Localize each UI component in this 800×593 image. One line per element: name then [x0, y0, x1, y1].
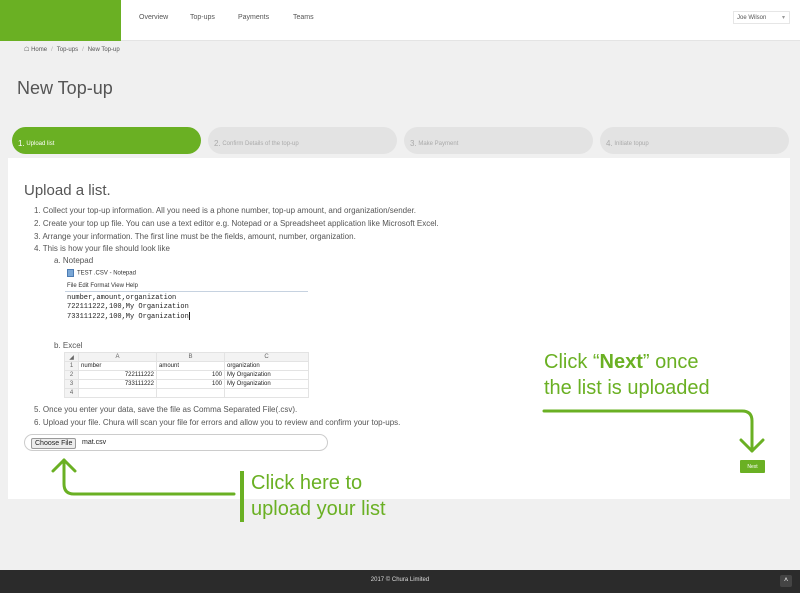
annotation-arrows: [51, 409, 765, 496]
footer: 2017 © Chura Limited: [0, 570, 800, 593]
chevron-up-icon[interactable]: ˄: [780, 575, 792, 587]
arrow-to-next-icon: [542, 409, 754, 453]
footer-copyright: 2017 © Chura Limited: [370, 577, 430, 583]
arrow-to-upload-icon: [62, 458, 236, 496]
